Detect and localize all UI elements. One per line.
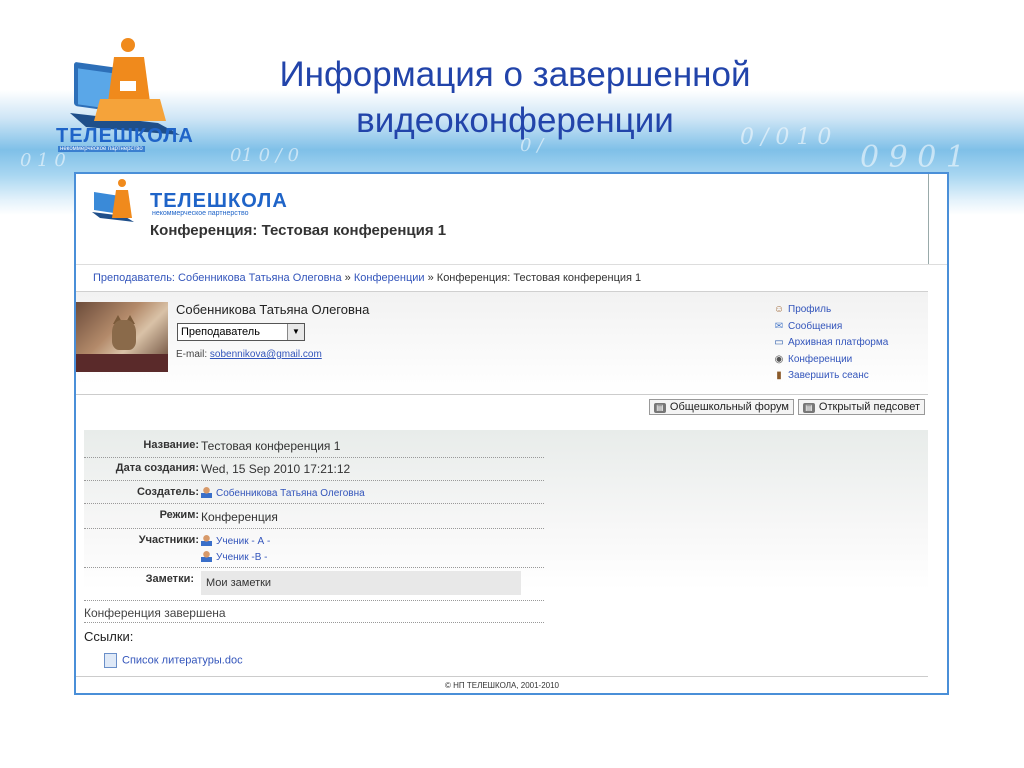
info-value: Собенникова Татьяна Олеговна bbox=[201, 485, 365, 499]
breadcrumb-separator: » bbox=[344, 272, 351, 284]
conference-info: Название: Тестовая конференция 1 Дата со… bbox=[84, 430, 928, 601]
chat-icon: ▤ bbox=[653, 403, 666, 413]
open-council-label: Открытый педсовет bbox=[818, 401, 920, 413]
logo-subtext: некоммерческое партнерство bbox=[58, 146, 145, 152]
email-label: E-mail: bbox=[176, 349, 208, 360]
profile-icon: ☺ bbox=[773, 304, 785, 315]
avatar bbox=[76, 302, 168, 372]
slide-title-line2: видеоконференции bbox=[356, 101, 674, 140]
breadcrumb-separator: » bbox=[427, 272, 434, 284]
menu-item-messages[interactable]: ✉ Сообщения bbox=[772, 319, 888, 336]
info-label: Заметки: bbox=[145, 573, 194, 585]
breadcrumb-current: Конференция: Тестовая конференция 1 bbox=[436, 272, 642, 284]
participant-item: Ученик - А - bbox=[201, 533, 270, 547]
info-value: Wed, 15 Sep 2010 17:21:12 bbox=[201, 462, 351, 476]
info-value: Тестовая конференция 1 bbox=[201, 439, 341, 453]
logo-text: ТЕЛЕШКОЛА bbox=[56, 125, 194, 147]
info-value: Конференция bbox=[201, 510, 278, 524]
participant-link[interactable]: Ученик - А - bbox=[216, 536, 270, 547]
menu-item-archive[interactable]: ▭ Архивная платформа bbox=[772, 335, 888, 352]
mail-icon: ✉ bbox=[774, 320, 784, 332]
role-select-value: Преподаватель bbox=[181, 326, 260, 338]
menu-item-label: Завершить сеанс bbox=[788, 370, 869, 381]
conference-title: Конференция: Тестовая конференция 1 bbox=[150, 222, 447, 239]
doc-link-label: Список литературы.doc bbox=[122, 654, 243, 667]
site-brand-sub: некоммерческое партнерство bbox=[152, 210, 249, 217]
menu-item-profile[interactable]: ☺ Профиль bbox=[772, 302, 888, 319]
divider bbox=[84, 622, 544, 623]
site-footer: © НП ТЕЛЕШКОЛА, 2001-2010 bbox=[76, 676, 928, 693]
decor-digits: 0 9 0 1 bbox=[860, 140, 965, 175]
info-row-participants: Участники: Ученик - А - Ученик -В - bbox=[84, 529, 544, 568]
user-email: E-mail: sobennikova@gmail.com bbox=[176, 349, 322, 360]
breadcrumb: Преподаватель: Собенникова Татьяна Олего… bbox=[93, 272, 641, 284]
role-select[interactable]: Преподаватель ▼ bbox=[177, 323, 305, 341]
creator-link[interactable]: Собенникова Татьяна Олеговна bbox=[216, 488, 365, 499]
webcam-icon: ◉ bbox=[774, 353, 784, 365]
info-row-creator: Создатель: Собенникова Татьяна Олеговна bbox=[84, 481, 544, 504]
site-logo-icon bbox=[92, 179, 134, 222]
telesHkola-logo: ТЕЛЕШКОЛА некоммерческое партнерство bbox=[40, 35, 210, 160]
site-header: ТЕЛЕШКОЛА некоммерческое партнерство Кон… bbox=[76, 174, 947, 265]
user-menu: ☺ Профиль ✉ Сообщения ▭ Архивная платформа … bbox=[772, 302, 888, 385]
doc-link[interactable]: Список литературы.doc bbox=[104, 653, 243, 668]
chevron-down-icon[interactable]: ▼ bbox=[287, 324, 304, 340]
participant-item: Ученик -В - bbox=[201, 549, 268, 563]
user-name: Собенникова Татьяна Олеговна bbox=[176, 302, 370, 317]
info-label: Создатель: bbox=[136, 486, 199, 498]
info-row-notes: Заметки: Мои заметки bbox=[84, 568, 544, 601]
user-icon bbox=[201, 535, 212, 547]
window-icon: ▭ bbox=[774, 337, 784, 348]
links-heading: Ссылки: bbox=[84, 629, 134, 644]
header-divider bbox=[928, 174, 929, 264]
email-link[interactable]: sobennikova@gmail.com bbox=[210, 349, 322, 360]
menu-item-label: Архивная платформа bbox=[788, 337, 889, 348]
breadcrumb-conferences[interactable]: Конференции bbox=[354, 272, 425, 284]
slide-title-line1: Информация о завершенной bbox=[279, 55, 751, 94]
info-label: Название: bbox=[143, 439, 199, 451]
slide-title: Информация о завершенной видеоконференци… bbox=[230, 52, 800, 144]
screenshot-frame: ТЕЛЕШКОЛА некоммерческое партнерство Кон… bbox=[74, 172, 949, 695]
info-label: Дата создания: bbox=[115, 462, 199, 474]
info-row-created: Дата создания: Wed, 15 Sep 2010 17:21:12 bbox=[84, 458, 544, 481]
notes-field[interactable]: Мои заметки bbox=[201, 571, 521, 595]
menu-item-conferences[interactable]: ◉ Конференции bbox=[772, 352, 888, 369]
menu-item-logout[interactable]: ▮ Завершить сеанс bbox=[772, 368, 888, 385]
open-council-button[interactable]: ▤ Открытый педсовет bbox=[797, 399, 925, 415]
menu-item-label: Профиль bbox=[788, 304, 832, 315]
info-label: Режим: bbox=[159, 509, 199, 521]
school-forum-button[interactable]: ▤ Общешкольный форум bbox=[648, 399, 794, 415]
conference-status: Конференция завершена bbox=[84, 606, 226, 620]
document-icon bbox=[104, 653, 117, 668]
breadcrumb-teacher[interactable]: Преподаватель: Собенникова Татьяна Олего… bbox=[93, 272, 342, 284]
menu-item-label: Конференции bbox=[788, 353, 853, 365]
menu-item-label: Сообщения bbox=[788, 320, 843, 332]
user-icon bbox=[201, 551, 212, 563]
decor-digits: 01 0 / 0 bbox=[230, 145, 300, 166]
forum-buttons: ▤ Общешкольный форум ▤ Открытый педсовет bbox=[648, 399, 925, 415]
user-panel: Собенникова Татьяна Олеговна Преподавате… bbox=[76, 291, 928, 395]
user-icon bbox=[201, 487, 212, 499]
school-forum-label: Общешкольный форум bbox=[669, 401, 789, 413]
info-label: Участники: bbox=[138, 534, 199, 546]
info-row-name: Название: Тестовая конференция 1 bbox=[84, 435, 544, 458]
door-icon: ▮ bbox=[776, 370, 782, 381]
info-row-mode: Режим: Конференция bbox=[84, 504, 544, 529]
chat-icon: ▤ bbox=[802, 403, 815, 413]
participant-link[interactable]: Ученик -В - bbox=[216, 552, 268, 563]
